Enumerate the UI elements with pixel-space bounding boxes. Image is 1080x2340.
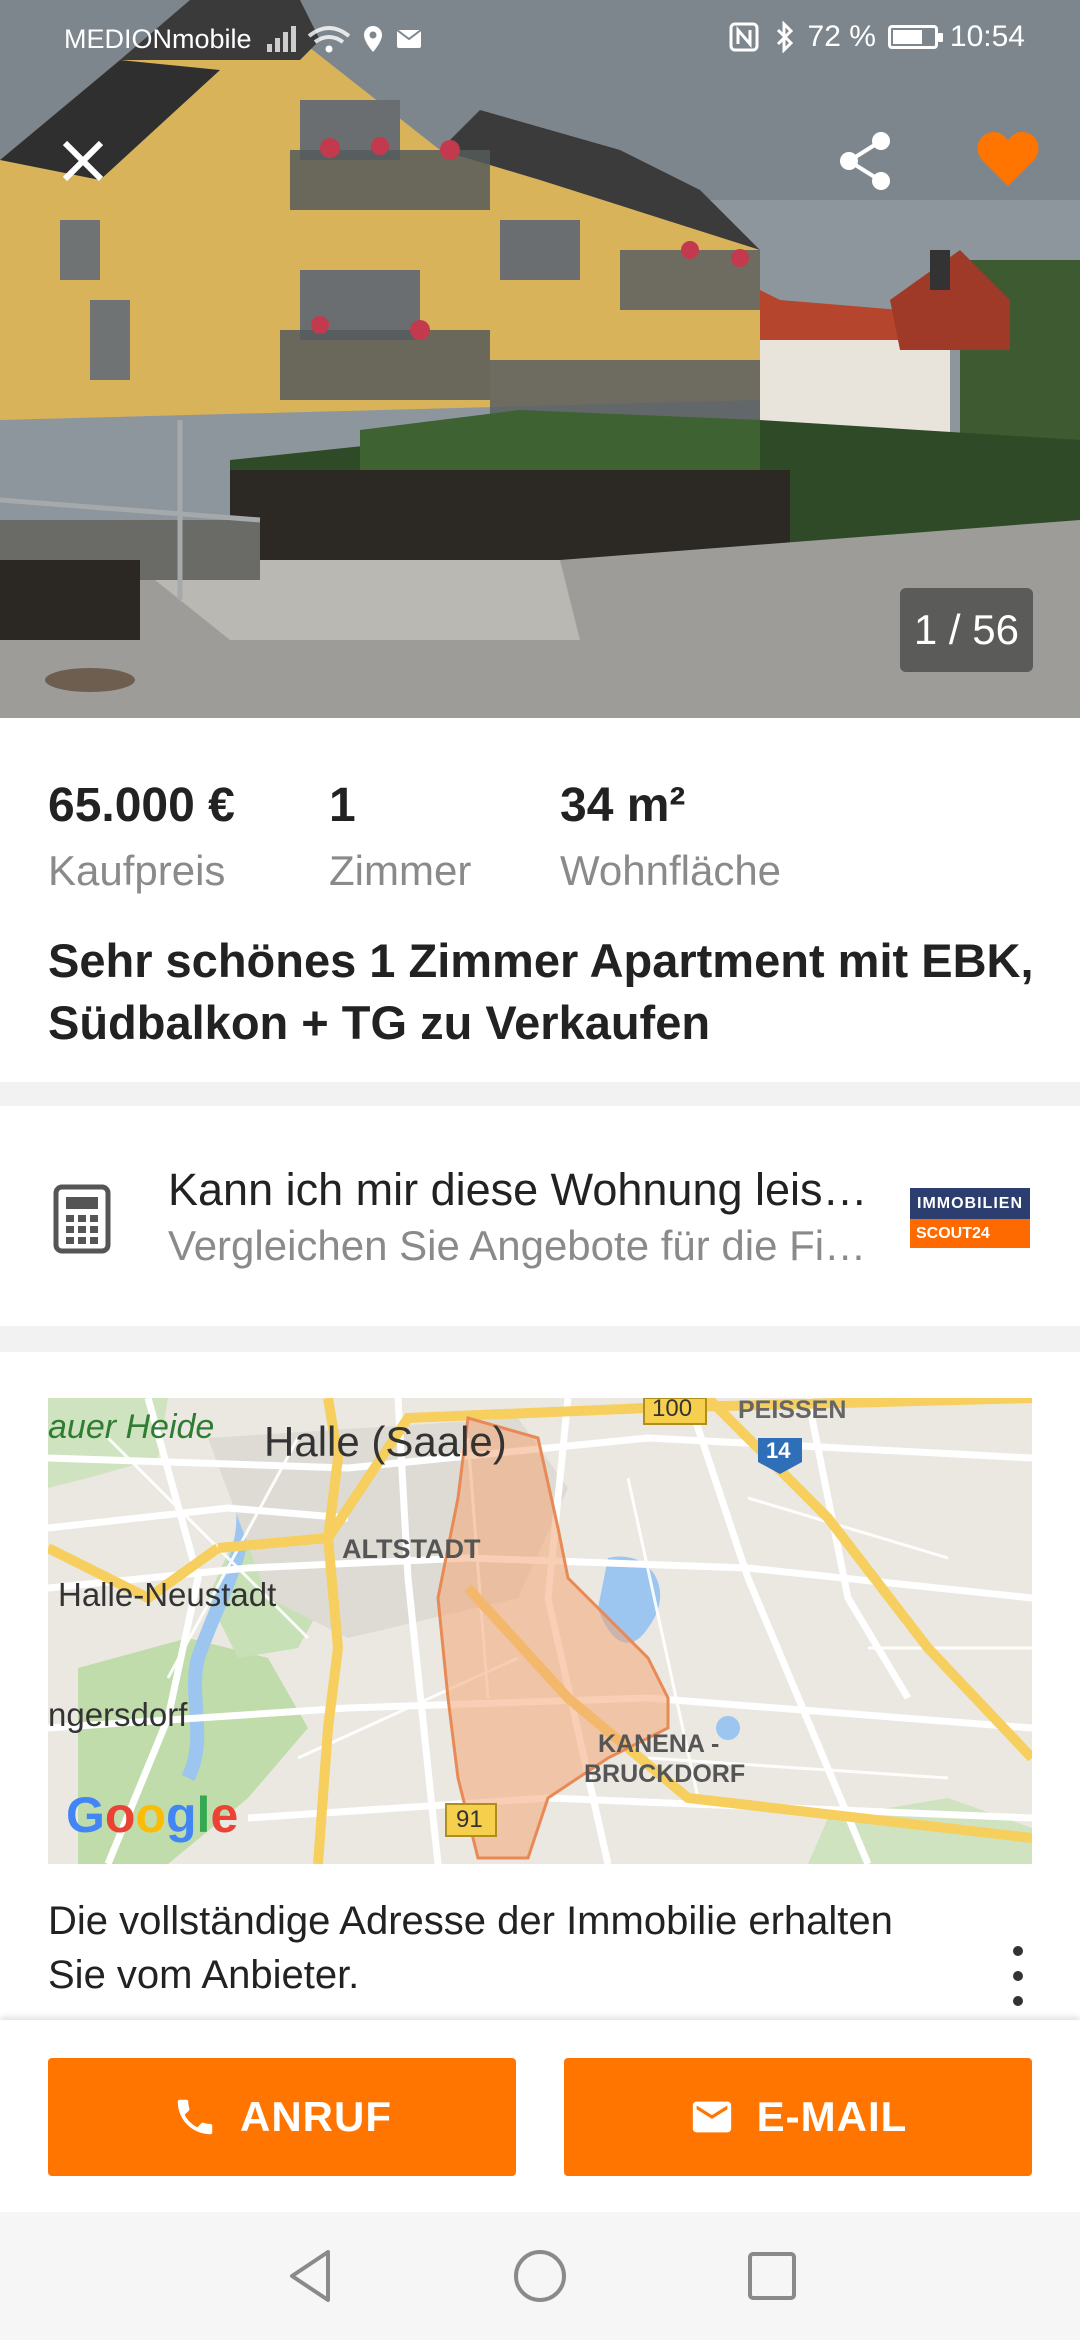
system-navigation-bar bbox=[0, 2212, 1080, 2340]
home-icon[interactable] bbox=[510, 2246, 570, 2306]
rooms-label: Zimmer bbox=[329, 847, 472, 894]
map-label-altstadt: ALTSTADT bbox=[342, 1534, 481, 1564]
email-label: E-MAIL bbox=[756, 2093, 908, 2140]
call-label: ANRUF bbox=[240, 2093, 392, 2140]
bluetooth-icon bbox=[776, 21, 793, 53]
rooms-value: 1 bbox=[329, 779, 356, 832]
map-label-bruckdorf: BRUCKDORF bbox=[584, 1760, 746, 1788]
heart-icon bbox=[977, 132, 1039, 186]
area-fact: 34 m² Wohnfläche bbox=[560, 778, 781, 896]
mail-icon bbox=[692, 2101, 731, 2133]
road-shield-91: 91 bbox=[456, 1806, 483, 1833]
more-dot bbox=[1013, 1996, 1023, 2006]
affordability-heading: Kann ich mir diese Wohnung leisten? bbox=[168, 1164, 868, 1215]
calculator-icon bbox=[53, 1184, 111, 1254]
share-icon bbox=[840, 132, 890, 190]
nfc-icon bbox=[729, 22, 759, 52]
call-button[interactable]: ANRUF bbox=[48, 2058, 516, 2176]
section-divider bbox=[0, 1326, 1080, 1352]
favorite-button[interactable] bbox=[970, 124, 1046, 194]
more-dot bbox=[1013, 1946, 1023, 1956]
rooms-fact: 1 Zimmer bbox=[329, 778, 471, 896]
section-divider bbox=[0, 1082, 1080, 1108]
road-shield-100: 100 bbox=[652, 1398, 693, 1422]
status-icons-right: 72 % 10:54 bbox=[728, 20, 1025, 54]
more-options-button[interactable] bbox=[998, 1946, 1038, 2006]
close-button[interactable] bbox=[50, 128, 116, 194]
price-fact: 65.000 € Kaufpreis bbox=[48, 778, 235, 896]
listing-title: Sehr schönes 1 Zimmer Apartment mit EBK,… bbox=[48, 934, 1034, 1049]
battery-icon bbox=[887, 25, 943, 49]
road-shield-14: 14 bbox=[766, 1438, 791, 1463]
affordability-card[interactable]: Kann ich mir diese Wohnung leisten? Verg… bbox=[0, 1106, 1080, 1326]
google-logo: G o o g l e bbox=[66, 1787, 239, 1843]
status-icons-left bbox=[265, 20, 435, 63]
carrier-name: MEDIONmobile bbox=[64, 24, 252, 54]
contact-bar: ANRUF E-MAIL bbox=[0, 2020, 1080, 2212]
map-label-heide: auer Heide bbox=[48, 1408, 215, 1446]
map-label-kanena: KANENA - bbox=[598, 1730, 720, 1758]
photo-counter: 1 / 56 bbox=[899, 588, 1033, 672]
battery-percent: 72 % bbox=[807, 20, 876, 53]
back-icon[interactable] bbox=[284, 2246, 336, 2306]
address-note: Die vollständige Adresse der Immobilie e… bbox=[48, 1899, 893, 1997]
status-bar: MEDIONmobile 72 % 10:54 bbox=[0, 0, 1080, 78]
photo-gallery[interactable]: MEDIONmobile 72 % 10:54 1 / 56 bbox=[0, 0, 1080, 718]
clock: 10:54 bbox=[949, 20, 1025, 53]
logo-top-text: IMMOBILIEN bbox=[910, 1188, 1030, 1219]
close-icon bbox=[62, 140, 104, 182]
email-button[interactable]: E-MAIL bbox=[564, 2058, 1032, 2176]
map-label-peissen: PEISSEN bbox=[738, 1398, 847, 1424]
area-label: Wohnfläche bbox=[560, 847, 782, 894]
map-label-halle: Halle (Saale) bbox=[264, 1418, 507, 1465]
affordability-subtitle: Vergleichen Sie Angebote für die Finanzi… bbox=[168, 1222, 868, 1269]
share-button[interactable] bbox=[830, 126, 900, 196]
area-value: 34 m² bbox=[560, 779, 686, 832]
more-dot bbox=[1013, 1971, 1023, 1981]
map-label-gersdorf: ngersdorf bbox=[48, 1696, 188, 1733]
price-value: 65.000 € bbox=[48, 779, 235, 832]
map-label-neustadt: Halle-Neustadt bbox=[58, 1576, 277, 1613]
recents-icon[interactable] bbox=[744, 2246, 800, 2306]
price-label: Kaufpreis bbox=[48, 847, 226, 894]
key-facts: 65.000 € Kaufpreis 1 Zimmer 34 m² Wohnfl… bbox=[48, 778, 1048, 898]
phone-icon bbox=[177, 2099, 213, 2135]
immobilienscout24-logo: IMMOBILIEN SCOUT24 bbox=[910, 1188, 1030, 1250]
signal-wifi-location-icons bbox=[267, 26, 422, 53]
logo-bottom-text: SCOUT24 bbox=[910, 1219, 1030, 1248]
location-map[interactable]: auer Heide Halle (Saale) ALTSTADT Halle-… bbox=[48, 1398, 1032, 1864]
